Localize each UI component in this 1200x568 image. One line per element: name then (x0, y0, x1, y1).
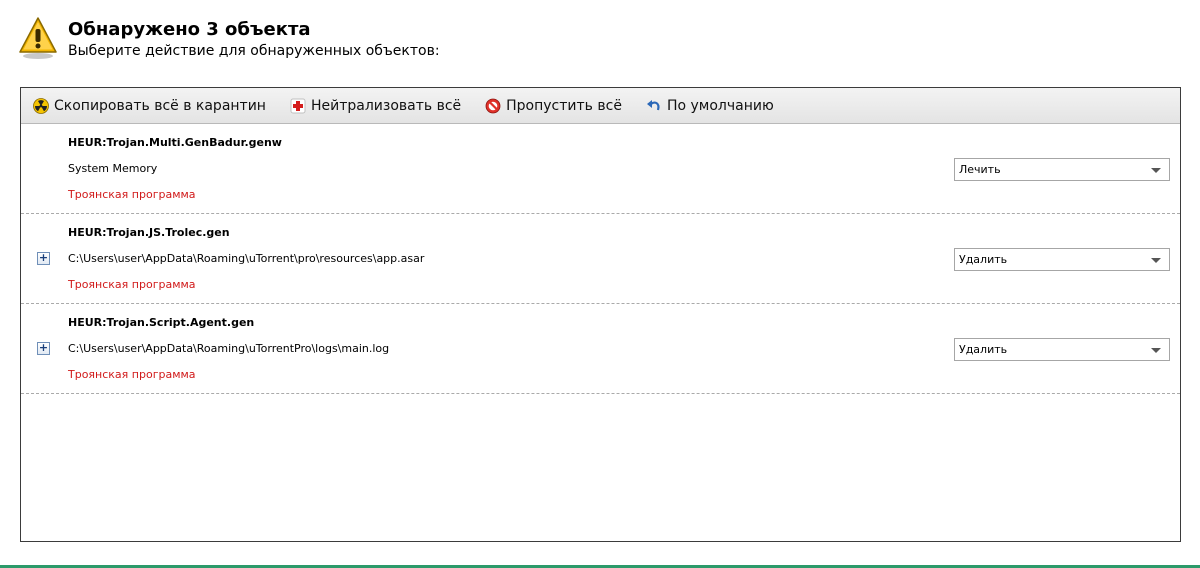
action-select-value: Лечить (959, 163, 1001, 176)
threat-name: HEUR:Trojan.Script.Agent.gen (68, 316, 255, 329)
neutralize-all-label: Нейтрализовать всё (310, 97, 462, 114)
default-button[interactable]: По умолчанию (646, 98, 774, 114)
threat-type: Троянская программа (68, 368, 196, 381)
skip-all-button[interactable]: Пропустить всё (485, 98, 622, 114)
threat-path: C:\Users\user\AppData\Roaming\uTorrentPr… (68, 342, 390, 355)
threat-name: HEUR:Trojan.Multi.GenBadur.genw (68, 136, 282, 149)
threat-path: System Memory (68, 162, 158, 175)
action-select[interactable]: Удалить (954, 248, 1170, 271)
chevron-down-icon (1151, 168, 1161, 173)
prohibited-icon (485, 98, 501, 113)
threat-type: Троянская программа (68, 278, 196, 291)
page-subtitle: Выберите действие для обнаруженных объек… (68, 43, 440, 59)
neutralize-all-button[interactable]: Нейтрализовать всё (290, 98, 461, 114)
objects-panel: Скопировать всё в карантин Нейтрализоват… (20, 87, 1181, 542)
chevron-down-icon (1151, 348, 1161, 353)
chevron-down-icon (1151, 258, 1161, 263)
undo-arrow-icon (646, 99, 660, 110)
expand-plus-icon[interactable]: + (37, 342, 50, 355)
quarantine-all-button[interactable]: Скопировать всё в карантин (33, 98, 266, 114)
action-select-value: Удалить (959, 343, 1008, 356)
header: Обнаружено 3 объекта Выберите действие д… (18, 16, 440, 64)
threat-type: Троянская программа (68, 188, 196, 201)
toolbar: Скопировать всё в карантин Нейтрализоват… (21, 88, 1180, 124)
action-select[interactable]: Лечить (954, 158, 1170, 181)
expand-plus-icon[interactable]: + (37, 252, 50, 265)
action-select[interactable]: Удалить (954, 338, 1170, 361)
threat-name: HEUR:Trojan.JS.Trolec.gen (68, 226, 230, 239)
page-title: Обнаружено 3 объекта (68, 19, 311, 40)
detection-dialog: Обнаружено 3 объекта Выберите действие д… (0, 0, 1200, 568)
threat-path: C:\Users\user\AppData\Roaming\uTorrent\p… (68, 252, 425, 265)
medical-cross-icon (290, 98, 306, 113)
action-select-value: Удалить (959, 253, 1008, 266)
warning-triangle-icon (19, 17, 57, 59)
list-item: HEUR:Trojan.Multi.GenBadur.genw System M… (21, 124, 1180, 214)
list-item: + HEUR:Trojan.Script.Agent.gen C:\Users\… (21, 304, 1180, 394)
quarantine-all-label: Скопировать всё в карантин (54, 97, 266, 114)
radiation-icon (33, 97, 49, 114)
default-label: По умолчанию (666, 97, 774, 114)
skip-all-label: Пропустить всё (506, 97, 622, 114)
list-item: + HEUR:Trojan.JS.Trolec.gen C:\Users\use… (21, 214, 1180, 304)
